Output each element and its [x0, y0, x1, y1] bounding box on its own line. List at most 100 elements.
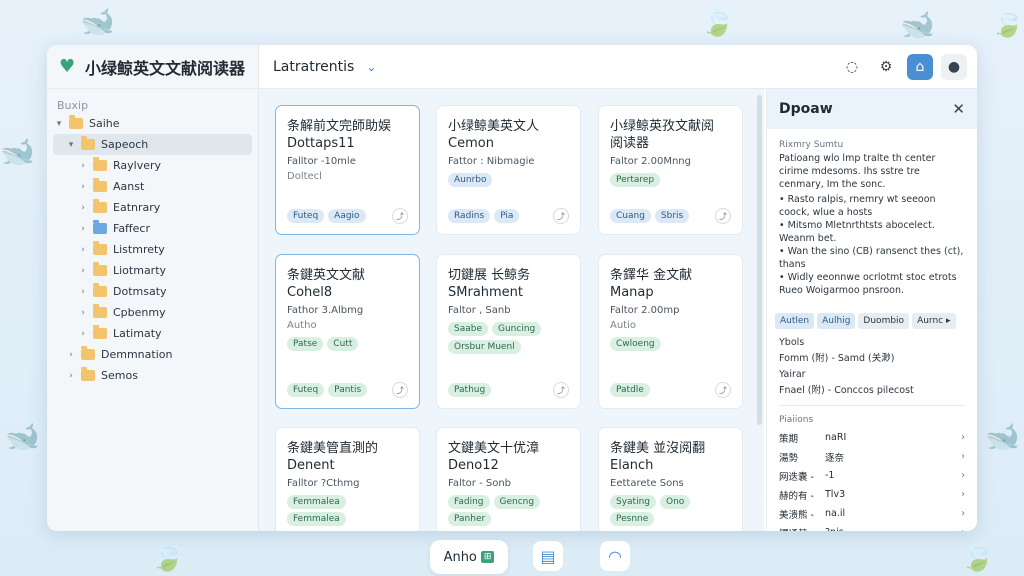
sidebar-item[interactable]: ▾ Sapeoch: [53, 134, 252, 155]
paper-card[interactable]: 条鍵美管直測的 Denent Falltor ?Cthmg Femmalea Femm…: [275, 427, 420, 531]
paper-card[interactable]: 条鍵美 並沒阅翻 Elanch Eettarete Sons Syating Ono P…: [598, 427, 743, 531]
share-icon[interactable]: ⤴: [392, 382, 408, 398]
share-icon[interactable]: ⤴: [715, 208, 731, 224]
paper-tag[interactable]: Ono: [660, 495, 691, 509]
paper-card[interactable]: 文鍵美文十优漳 Deno12 Faltor - Sonb Fading Gencng P…: [436, 427, 581, 531]
paper-card[interactable]: 条鐸华 金文献 Manap Faltor 2.00mp Autio Cwloeng Pa…: [598, 254, 743, 409]
relation-row[interactable]: 美溃熊 - na.il ›: [767, 504, 977, 523]
share-icon[interactable]: ⤴: [553, 382, 569, 398]
paper-footer-tag[interactable]: Cuang: [610, 209, 651, 223]
detail-fields: Ybols Fomm (附) - Samd (关渺) Yairar Fnael …: [767, 329, 977, 428]
paper-tag[interactable]: Femmalea: [287, 495, 346, 509]
paper-footer-tag[interactable]: Futeq: [287, 383, 325, 397]
sidebar-item[interactable]: › Latimaty: [47, 323, 258, 344]
paper-card[interactable]: 小绿鲸美英文人 Cemon Fattor : Nibmagie Aunrbo Radi…: [436, 105, 581, 235]
paper-author: Faltor 2.00mp: [610, 305, 680, 316]
relation-row[interactable]: 湯勢 逐奈 ›: [767, 447, 977, 466]
paper-footer-tag[interactable]: Pantis: [328, 383, 368, 397]
detail-tab[interactable]: Duombio: [858, 313, 910, 329]
paper-footer-tag[interactable]: Patdle: [610, 383, 650, 397]
paper-tag[interactable]: Cutt: [327, 337, 359, 351]
paper-footer-tag[interactable]: Sbris: [654, 209, 690, 223]
paper-tag[interactable]: Patse: [287, 337, 324, 351]
collection-dropdown[interactable]: Latratrentis ⌄: [259, 59, 376, 75]
whale-decoration: 🐋: [900, 8, 935, 41]
collection-dropdown-label: Latratrentis: [273, 58, 355, 75]
document-icon[interactable]: ▤: [533, 541, 563, 571]
detail-tab[interactable]: Aulhig: [817, 313, 856, 329]
chevron-right-icon[interactable]: ›: [77, 224, 89, 234]
paper-tag[interactable]: Orsbur Muenl: [448, 340, 521, 354]
bottom-dock-item[interactable]: Anho ⊞: [430, 540, 508, 574]
grid-scrollbar[interactable]: [757, 95, 762, 425]
paper-card[interactable]: 条鍵英文文献 Cohel8 Fathor 3.Albmg Autho Patse Cut…: [275, 254, 420, 409]
chevron-right-icon[interactable]: ›: [77, 308, 89, 318]
sidebar-item-label: Saihe: [89, 117, 120, 130]
sidebar-item[interactable]: › Faffecr: [47, 218, 258, 239]
sidebar-item[interactable]: › Listmrety: [47, 239, 258, 260]
paper-footer-tag[interactable]: Pathug: [448, 383, 492, 397]
sidebar-item[interactable]: › Semos: [47, 365, 258, 386]
chevron-right-icon[interactable]: ›: [77, 329, 89, 339]
home-button[interactable]: ⌂: [907, 54, 933, 80]
folder-icon: [93, 178, 107, 192]
user-button[interactable]: ●: [941, 54, 967, 80]
paper-footer-tag[interactable]: Pia: [494, 209, 520, 223]
paper-card[interactable]: 切鍵展 长鲸务 SMrahment Faltor , Sanb Saabe Gunci…: [436, 254, 581, 409]
sidebar-item-label: Liotmarty: [113, 264, 167, 277]
paper-footer-tag[interactable]: Aagio: [328, 209, 366, 223]
paper-tag[interactable]: Guncing: [492, 322, 542, 336]
extension-button[interactable]: ⚙: [873, 54, 899, 80]
wifi-icon[interactable]: ◠: [600, 541, 630, 571]
chevron-right-icon[interactable]: ›: [77, 203, 89, 213]
chevron-right-icon[interactable]: ›: [77, 245, 89, 255]
close-icon[interactable]: ✕: [952, 100, 965, 118]
paper-footer-tag[interactable]: Radins: [448, 209, 491, 223]
paper-tag[interactable]: Saabe: [448, 322, 488, 336]
relation-row[interactable]: 赫的有 - Tlv3 ›: [767, 485, 977, 504]
sidebar-item[interactable]: › Liotmarty: [47, 260, 258, 281]
chevron-right-icon[interactable]: ›: [77, 287, 89, 297]
relation-row[interactable]: 策期 naRI ›: [767, 428, 977, 447]
sidebar-item[interactable]: ▾ Saihe: [47, 113, 258, 134]
sidebar-item[interactable]: › Raylvery: [47, 155, 258, 176]
paper-tag[interactable]: Cwloeng: [610, 337, 661, 351]
paper-tag[interactable]: Syating: [610, 495, 657, 509]
paper-tag[interactable]: Aunrbo: [448, 173, 493, 187]
chevron-right-icon[interactable]: ›: [77, 266, 89, 276]
sidebar-item[interactable]: › Dotmsaty: [47, 281, 258, 302]
paper-card[interactable]: 小绿鲸英孜文献阅 阅读器 Faltor 2.00Mnng Pertarep Cuang…: [598, 105, 743, 235]
chevron-down-icon[interactable]: ▾: [53, 119, 65, 129]
chevron-right-icon[interactable]: ›: [65, 371, 77, 381]
paper-author: Eettarete Sons: [610, 478, 684, 489]
paper-card[interactable]: 条解前文完師助娱 Dottaps11 Falltor -10mle Doltecl F…: [275, 105, 420, 235]
paper-tag[interactable]: Gencng: [493, 495, 541, 509]
detail-tab[interactable]: Aurnc ▸: [912, 313, 956, 329]
chevron-right-icon[interactable]: ›: [77, 182, 89, 192]
paper-footer-tag[interactable]: Pesnne: [610, 512, 655, 526]
sidebar-item[interactable]: › Eatnrary: [47, 197, 258, 218]
chevron-right-icon[interactable]: ›: [77, 161, 89, 171]
sidebar-item[interactable]: › Cpbenmy: [47, 302, 258, 323]
relation-row[interactable]: 网迭囊 - -1 ›: [767, 466, 977, 485]
sidebar-item[interactable]: › Demmnation: [47, 344, 258, 365]
paper-footer-tag[interactable]: Futeq: [287, 209, 325, 223]
sidebar-item[interactable]: › Aanst: [47, 176, 258, 197]
detail-tab[interactable]: Autlen: [775, 313, 815, 329]
relation-value: naRI: [825, 432, 847, 443]
share-icon[interactable]: ⤴: [392, 208, 408, 224]
paper-tag[interactable]: Pertarep: [610, 173, 661, 187]
paper-tag[interactable]: Fading: [448, 495, 490, 509]
chat-button[interactable]: ◌: [839, 54, 865, 80]
share-icon[interactable]: ⤴: [715, 382, 731, 398]
paper-footer-tag[interactable]: Femmalea: [287, 512, 346, 526]
chevron-right-icon[interactable]: ›: [65, 350, 77, 360]
relations-label: Piaiions: [779, 415, 814, 425]
share-icon[interactable]: ⤴: [553, 208, 569, 224]
field-value: Fomm (附) - Samd (关渺): [779, 353, 895, 364]
relation-row[interactable]: 觸通基 -?nis ›: [767, 523, 977, 531]
relation-key: 赫的有 -: [779, 490, 814, 502]
paper-footer-tag[interactable]: Panher: [448, 512, 492, 526]
chevron-down-icon[interactable]: ▾: [65, 140, 77, 150]
sidebar-item-label: Demmnation: [101, 348, 173, 361]
